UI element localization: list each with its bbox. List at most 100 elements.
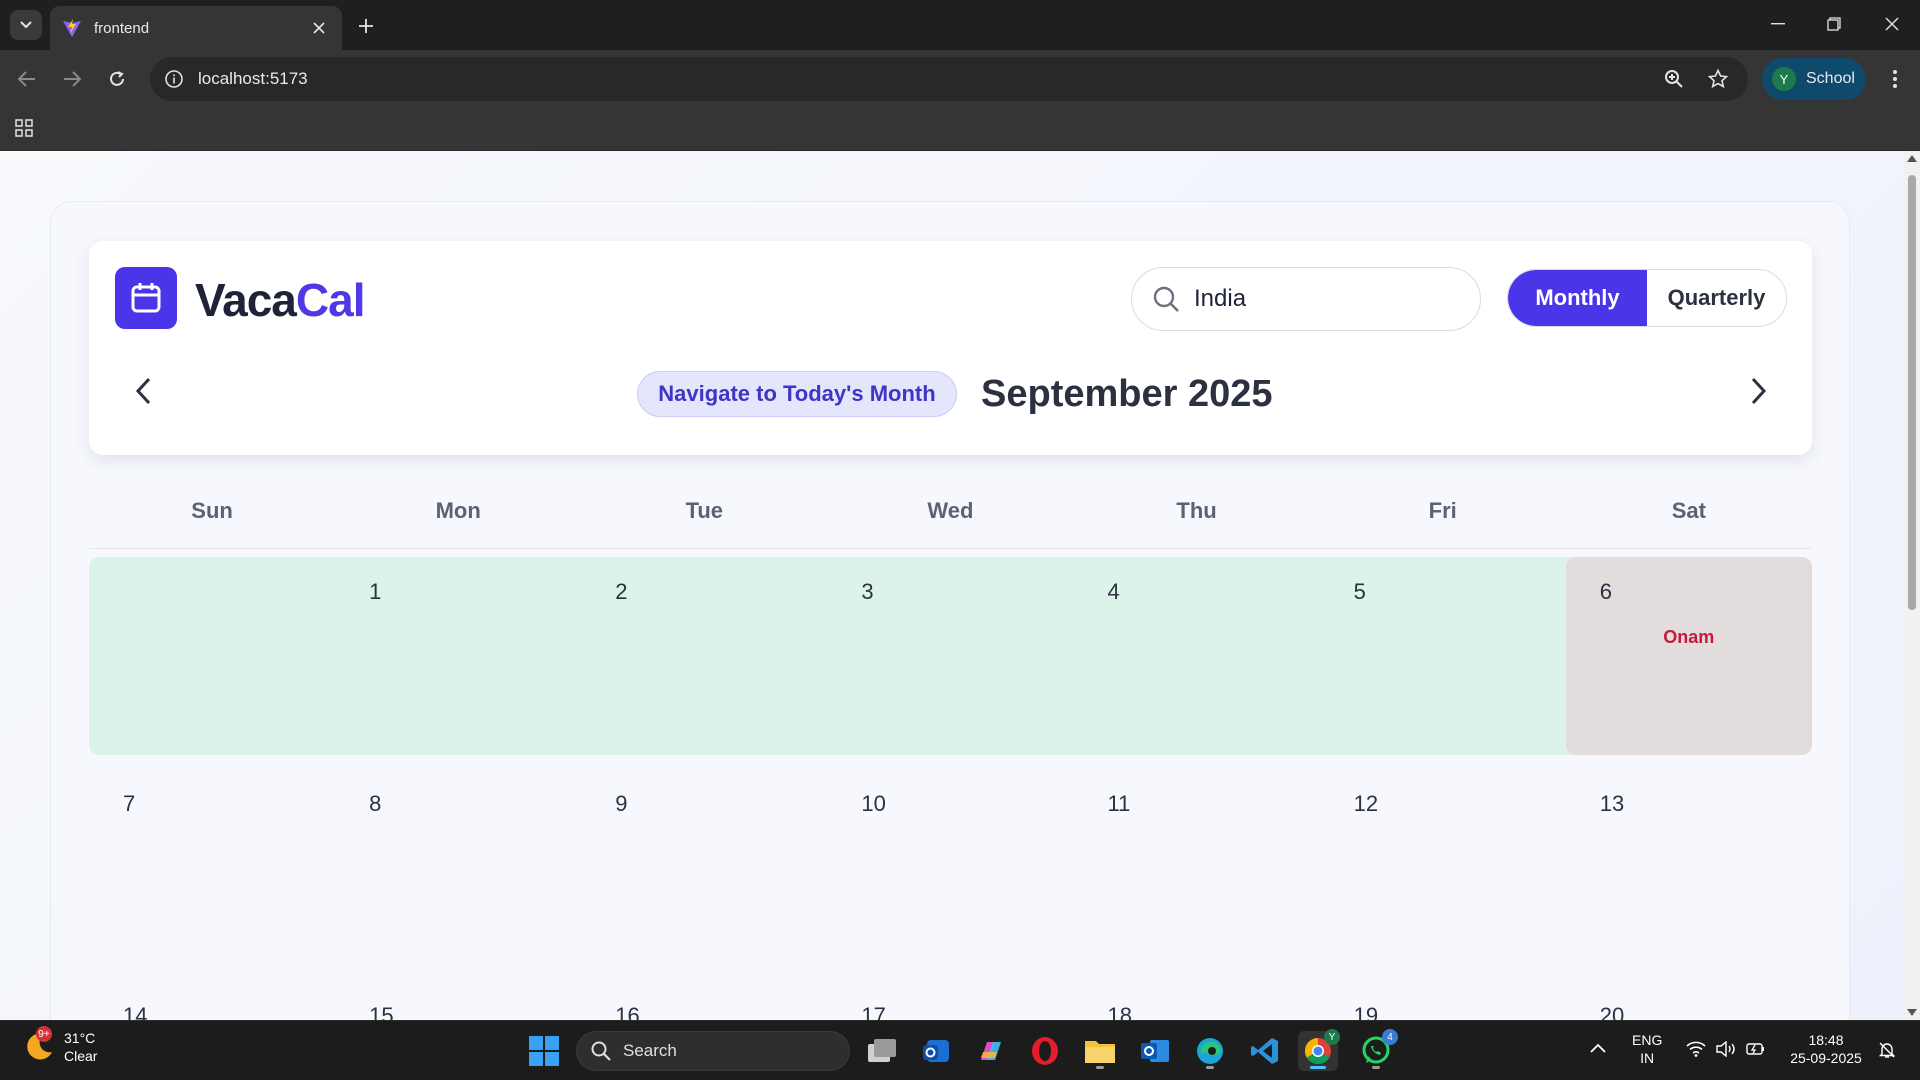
battery-icon[interactable]	[1746, 1041, 1766, 1061]
search-icon	[591, 1041, 611, 1061]
wifi-icon[interactable]	[1686, 1041, 1706, 1061]
address-bar[interactable]: localhost:5173	[150, 57, 1748, 101]
day-cell[interactable]: 3	[827, 557, 1073, 755]
chevron-right-icon	[1751, 377, 1767, 405]
day-cell[interactable]: 15	[335, 981, 581, 1020]
taskbar-search-label: Search	[623, 1041, 677, 1060]
calendar-icon	[131, 283, 161, 313]
notification-bell-icon[interactable]	[1878, 1041, 1896, 1063]
outlook-new-icon[interactable]	[916, 1031, 956, 1071]
running-indicator	[1310, 1066, 1326, 1069]
day-cell[interactable]: 2	[581, 557, 827, 755]
chevron-left-icon	[135, 377, 151, 405]
day-number: 16	[615, 1003, 640, 1020]
day-cell[interactable]: 17	[827, 981, 1073, 1020]
browser-tab[interactable]: frontend	[50, 6, 342, 50]
country-search-input[interactable]	[1194, 285, 1454, 313]
calendar-week: 7 8 9 10 11 12 13	[89, 769, 1812, 967]
tab-search-button[interactable]	[10, 10, 42, 40]
day-number: 20	[1599, 1003, 1625, 1020]
task-view-icon[interactable]	[862, 1031, 902, 1071]
kebab-menu-icon	[1893, 70, 1897, 88]
whatsapp-icon[interactable]: 4	[1356, 1029, 1398, 1071]
day-number: 6	[1599, 579, 1612, 604]
weekday-label: Sat	[1671, 498, 1706, 523]
app-brand: VacaCal	[195, 273, 365, 327]
monthly-view-button[interactable]: Monthly	[1508, 270, 1647, 326]
profile-button[interactable]: Y School	[1762, 58, 1866, 100]
running-indicator	[1206, 1066, 1214, 1069]
restore-button[interactable]	[1814, 8, 1854, 40]
day-cell[interactable]: 19	[1320, 981, 1566, 1020]
tab-close-icon[interactable]	[308, 17, 330, 39]
file-explorer-icon[interactable]	[1080, 1031, 1120, 1071]
close-icon	[1885, 17, 1899, 31]
windows-logo-icon	[529, 1036, 559, 1066]
day-cell[interactable]: 4	[1074, 557, 1320, 755]
weekday-label: Wed	[927, 498, 974, 523]
bookmark-star-icon[interactable]	[1706, 67, 1730, 91]
weather-widget[interactable]: 9+ 31°C Clear	[22, 1026, 98, 1065]
day-cell[interactable]: 16	[581, 981, 827, 1020]
running-indicator	[1096, 1066, 1104, 1069]
opera-icon[interactable]	[1025, 1031, 1065, 1071]
zoom-icon[interactable]	[1662, 67, 1686, 91]
scroll-up-arrow-icon[interactable]	[1907, 155, 1917, 162]
back-button[interactable]	[11, 63, 43, 95]
today-button[interactable]: Navigate to Today's Month	[637, 371, 957, 417]
copilot-icon[interactable]	[970, 1031, 1010, 1071]
show-hidden-icons-button[interactable]	[1590, 1039, 1606, 1057]
day-number: 19	[1353, 1003, 1379, 1020]
previous-month-button[interactable]	[125, 373, 161, 409]
new-tab-button[interactable]	[352, 12, 380, 40]
volume-icon[interactable]	[1716, 1040, 1738, 1061]
minimize-button[interactable]	[1758, 8, 1798, 40]
edge-icon[interactable]	[1190, 1031, 1230, 1071]
day-cell[interactable]: 13	[1566, 769, 1812, 967]
brand-name-part2: Cal	[295, 274, 366, 326]
scroll-down-arrow-icon[interactable]	[1907, 1009, 1917, 1016]
day-number: 12	[1353, 791, 1379, 816]
minimize-icon	[1771, 23, 1785, 25]
browser-menu-button[interactable]	[1880, 63, 1910, 95]
page-scrollbar[interactable]	[1904, 151, 1920, 1020]
vscode-icon[interactable]	[1245, 1031, 1285, 1071]
reload-button[interactable]	[101, 63, 133, 95]
weekday-label: Sun	[191, 498, 233, 523]
chevron-down-icon	[20, 21, 32, 29]
taskbar-search[interactable]: Search	[576, 1031, 850, 1071]
outlook-icon[interactable]	[1135, 1031, 1175, 1071]
day-cell[interactable]: 1	[335, 557, 581, 755]
start-button[interactable]	[524, 1031, 564, 1071]
quarterly-view-button[interactable]: Quarterly	[1647, 270, 1786, 326]
day-cell[interactable]: 18	[1074, 981, 1320, 1020]
weather-temp: 31°C	[64, 1030, 96, 1046]
site-info-icon[interactable]	[164, 69, 184, 89]
day-number: 5	[1353, 579, 1366, 604]
day-cell[interactable]: 14	[89, 981, 335, 1020]
weekday-header: Sun Mon Tue Wed Thu Fri Sat	[89, 491, 1812, 549]
day-cell[interactable]: 7	[89, 769, 335, 967]
clock[interactable]: 18:48 25-09-2025	[1786, 1031, 1866, 1067]
day-cell[interactable]: 5	[1320, 557, 1566, 755]
next-month-button[interactable]	[1741, 373, 1777, 409]
day-cell[interactable]: 20	[1566, 981, 1812, 1020]
scrollbar-thumb[interactable]	[1908, 175, 1916, 610]
weather-desc: Clear	[64, 1048, 98, 1064]
apps-grid-icon[interactable]	[12, 116, 36, 140]
day-cell-holiday[interactable]: 6 Onam	[1565, 557, 1812, 755]
day-cell[interactable]: 10	[827, 769, 1073, 967]
day-cell[interactable]: 9	[581, 769, 827, 967]
day-cell[interactable]: 11	[1074, 769, 1320, 967]
clock-date: 25-09-2025	[1790, 1050, 1862, 1066]
forward-button[interactable]	[56, 63, 88, 95]
close-window-button[interactable]	[1872, 8, 1912, 40]
chrome-profile-badge: Y	[1324, 1029, 1340, 1045]
chrome-icon[interactable]: Y	[1298, 1029, 1340, 1071]
day-number: 2	[615, 579, 628, 604]
language-indicator[interactable]: ENG IN	[1632, 1031, 1662, 1067]
day-cell[interactable]: 12	[1320, 769, 1566, 967]
day-cell[interactable]: 8	[335, 769, 581, 967]
windows-taskbar: 9+ 31°C Clear Search Y 4 ENG IN 18:48 25…	[0, 1020, 1920, 1080]
day-number: 7	[123, 791, 136, 816]
